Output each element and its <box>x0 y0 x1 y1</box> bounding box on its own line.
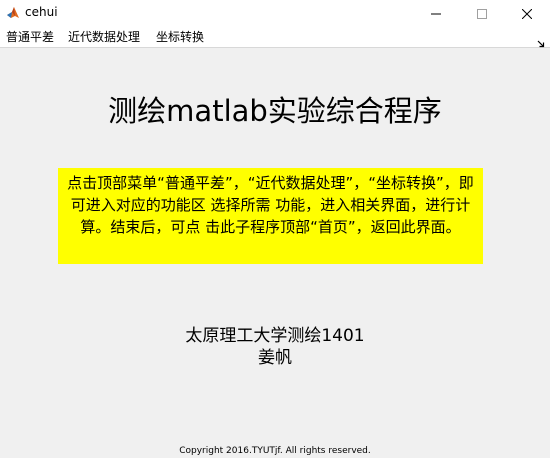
author-name: 姜帆 <box>258 348 292 368</box>
menu-bar: 普通平差 近代数据处理 坐标转换 <box>0 26 550 48</box>
dock-arrow-icon[interactable] <box>537 33 545 48</box>
instruction-text: 点击顶部菜单“普通平差”，“近代数据处理”，“坐标转换”，即可进入对应的功能区 … <box>58 168 483 264</box>
maximize-button[interactable] <box>459 0 505 26</box>
author-affiliation: 太原理工大学测绘1401 <box>185 326 365 346</box>
copyright-notice: Copyright 2016.TYUTjf. All rights reserv… <box>179 446 371 456</box>
minimize-button[interactable] <box>413 0 459 26</box>
menu-modern-data-processing[interactable]: 近代数据处理 <box>68 30 140 44</box>
minimize-icon <box>431 4 441 23</box>
window-title: cehui <box>25 5 58 19</box>
page-title: 测绘matlab实验综合程序 <box>108 94 442 128</box>
close-button[interactable] <box>504 0 550 26</box>
matlab-logo-icon <box>6 5 20 19</box>
menu-coordinate-transform[interactable]: 坐标转换 <box>156 30 204 44</box>
close-icon <box>521 4 533 23</box>
maximize-icon <box>477 4 487 23</box>
title-bar[interactable]: cehui <box>0 0 550 26</box>
menu-ordinary-adjustment[interactable]: 普通平差 <box>6 30 54 44</box>
app-window: cehui 普通平差 近代数据处理 坐标转换 测绘matlab实验综合程序 点击… <box>0 0 550 458</box>
